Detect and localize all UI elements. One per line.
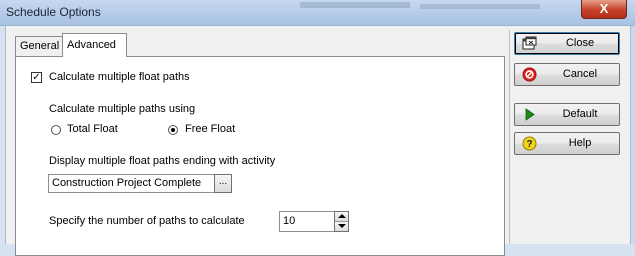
spinner-up-button[interactable] xyxy=(335,212,348,222)
svg-text:?: ? xyxy=(526,139,532,150)
arrow-down-icon xyxy=(338,224,346,228)
help-icon: ? xyxy=(522,136,537,151)
ending-activity-field[interactable]: Construction Project Complete xyxy=(48,174,215,193)
background-window-fragment xyxy=(300,2,410,8)
number-of-paths-field[interactable]: 10 xyxy=(279,211,335,232)
cancel-button-label: Cancel xyxy=(562,68,598,80)
free-float-radio[interactable] xyxy=(168,125,178,135)
ending-activity-label: Display multiple float paths ending with… xyxy=(49,155,276,167)
tab-advanced[interactable]: Advanced xyxy=(62,33,127,57)
background-window-fragment xyxy=(420,4,540,9)
calculate-paths-using-label: Calculate multiple paths using xyxy=(49,103,196,115)
cancel-button[interactable]: Cancel xyxy=(514,63,620,86)
button-column-divider xyxy=(509,30,510,244)
close-button-label: Close xyxy=(565,37,595,49)
calculate-multiple-float-paths-label: Calculate multiple float paths xyxy=(49,71,190,83)
close-button[interactable]: Close xyxy=(514,32,620,55)
help-button[interactable]: ? Help xyxy=(514,132,620,155)
spinner-down-button[interactable] xyxy=(335,222,348,231)
play-icon xyxy=(525,108,535,121)
number-of-paths-label: Specify the number of paths to calculate xyxy=(49,215,245,227)
help-button-label: Help xyxy=(568,137,592,149)
default-button-label: Default xyxy=(562,108,598,120)
window-close-button[interactable]: X xyxy=(581,0,627,19)
total-float-label: Total Float xyxy=(67,123,118,135)
total-float-radio[interactable] xyxy=(51,125,61,135)
radio-selected-dot xyxy=(171,128,175,132)
cancel-icon xyxy=(522,67,537,82)
dialog-client-area: General Advanced ✓ Calculate multiple fl… xyxy=(5,26,631,256)
window-title: Schedule Options xyxy=(6,5,101,19)
calculate-multiple-float-paths-checkbox[interactable]: ✓ xyxy=(31,72,42,83)
close-window-icon xyxy=(522,36,537,50)
tab-general[interactable]: General xyxy=(15,36,63,56)
title-bar: Schedule Options X xyxy=(0,0,635,26)
free-float-label: Free Float xyxy=(185,123,236,135)
browse-activity-button[interactable]: ... xyxy=(214,174,232,193)
default-button[interactable]: Default xyxy=(514,103,620,126)
arrow-up-icon xyxy=(338,214,346,218)
number-of-paths-spinner[interactable] xyxy=(334,211,349,232)
